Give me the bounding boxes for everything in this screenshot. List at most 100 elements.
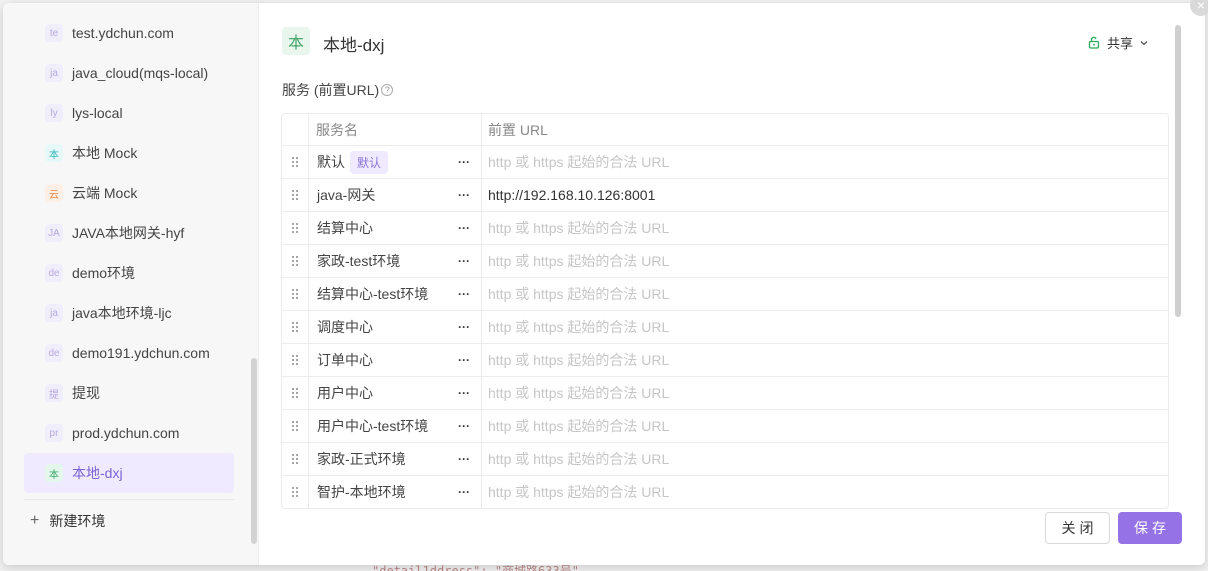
drag-handle-icon[interactable] xyxy=(282,212,309,244)
environment-badge: 本 xyxy=(282,27,310,55)
sidebar-env-item[interactable]: de demo环境 xyxy=(3,253,259,293)
drag-handle-icon[interactable] xyxy=(282,410,309,442)
service-name-cell[interactable]: 调度中心 ··· xyxy=(309,311,482,343)
env-name: java本地环境-ljc xyxy=(72,305,172,321)
service-url-input[interactable] xyxy=(488,451,1168,467)
service-name-cell[interactable]: 用户中心 ··· xyxy=(309,377,482,409)
more-icon[interactable]: ··· xyxy=(458,189,470,201)
new-environment-button[interactable]: + 新建环境 xyxy=(30,511,105,531)
more-icon[interactable]: ··· xyxy=(458,486,470,498)
sidebar-scrollbar[interactable] xyxy=(251,358,257,544)
service-url-input[interactable] xyxy=(488,286,1168,302)
service-url-input[interactable] xyxy=(488,484,1168,500)
services-section-label: 服务 (前置URL) ? xyxy=(282,80,394,100)
service-url-cell xyxy=(482,410,1168,442)
service-name: 智护-本地环境 xyxy=(317,484,406,500)
service-name: 订单中心 xyxy=(317,352,373,368)
env-name: 提现 xyxy=(72,385,100,401)
env-badge: de xyxy=(45,344,63,362)
save-button[interactable]: 保存 xyxy=(1118,512,1182,544)
service-url-input[interactable] xyxy=(488,154,1168,170)
service-name: 用户中心-test环境 xyxy=(317,418,429,434)
service-url-cell xyxy=(482,476,1168,508)
service-url-cell xyxy=(482,179,1168,211)
service-url-cell xyxy=(482,311,1168,343)
drag-handle-icon[interactable] xyxy=(282,245,309,277)
service-name-cell[interactable]: 家政-test环境 ··· xyxy=(309,245,482,277)
sidebar-env-item[interactable]: 提提现 xyxy=(3,373,259,413)
more-icon[interactable]: ··· xyxy=(458,222,470,234)
close-button[interactable]: 关闭 xyxy=(1045,512,1110,544)
help-icon[interactable]: ? xyxy=(381,84,394,96)
services-table: 服务名 前置 URL 默认默认···java-网关···结算中心···家政-te… xyxy=(281,113,1169,509)
more-icon[interactable]: ··· xyxy=(458,321,470,333)
env-name: 云端 Mock xyxy=(72,185,138,201)
sidebar-env-item[interactable]: ja java本地环境-ljc xyxy=(3,293,259,333)
drag-handle-icon[interactable] xyxy=(282,179,309,211)
service-url-input[interactable] xyxy=(488,319,1168,335)
service-name-cell[interactable]: 默认 默认 ··· xyxy=(309,146,482,178)
default-tag: 默认 xyxy=(350,150,389,174)
environment-sidebar: te test.ydchun.com ja java_cloud(mqs-local)… xyxy=(3,3,259,565)
more-icon[interactable]: ··· xyxy=(458,156,470,168)
service-url-input[interactable] xyxy=(488,352,1168,368)
drag-column-header xyxy=(282,114,309,145)
sidebar-env-item[interactable]: 本本地-dxj xyxy=(24,453,234,493)
sidebar-env-item[interactable]: pr prod.ydchun.com xyxy=(3,413,259,453)
service-url-input[interactable] xyxy=(488,385,1168,401)
sidebar-env-item[interactable]: de demo191.ydchun.com xyxy=(3,333,259,373)
drag-handle-icon[interactable] xyxy=(282,377,309,409)
column-header-url: 前置 URL xyxy=(488,121,548,138)
env-badge: ly xyxy=(45,104,63,122)
sidebar-env-item[interactable]: ja java_cloud(mqs-local) xyxy=(3,53,259,93)
service-url-input[interactable] xyxy=(488,220,1168,236)
env-badge: 提 xyxy=(45,384,63,402)
chevron-down-icon xyxy=(1139,38,1149,48)
service-name-cell[interactable]: 智护-本地环境 ··· xyxy=(309,476,482,508)
service-name-cell[interactable]: 结算中心-test环境 ··· xyxy=(309,278,482,310)
sidebar-env-item[interactable]: 本本地 Mock xyxy=(3,133,259,173)
service-name-cell[interactable]: 用户中心-test环境 ··· xyxy=(309,410,482,442)
service-url-input[interactable] xyxy=(488,418,1168,434)
env-name: JAVA本地网关-hyf xyxy=(72,225,185,241)
sidebar-env-item[interactable]: ly lys-local xyxy=(3,93,259,133)
env-name: test.ydchun.com xyxy=(72,25,174,41)
service-name-cell[interactable]: 订单中心 ··· xyxy=(309,344,482,376)
env-name: lys-local xyxy=(72,105,123,121)
service-url-input[interactable] xyxy=(488,187,1168,203)
sidebar-env-item[interactable]: 云云端 Mock xyxy=(3,173,259,213)
table-row: 调度中心 ··· xyxy=(282,311,1168,344)
environment-manager-dialog: te test.ydchun.com ja java_cloud(mqs-local)… xyxy=(3,3,1205,565)
service-name-cell[interactable]: java-网关 ··· xyxy=(309,179,482,211)
service-url-input[interactable] xyxy=(488,253,1168,269)
sidebar-env-item[interactable]: te test.ydchun.com xyxy=(3,13,259,53)
more-icon[interactable]: ··· xyxy=(458,387,470,399)
service-name-cell[interactable]: 结算中心 ··· xyxy=(309,212,482,244)
environment-title[interactable]: 本地-dxj xyxy=(323,31,384,56)
more-icon[interactable]: ··· xyxy=(458,420,470,432)
env-name: java_cloud(mqs-local) xyxy=(72,65,209,81)
table-row: java-网关 ··· xyxy=(282,179,1168,212)
drag-handle-icon[interactable] xyxy=(282,476,309,508)
service-name-cell[interactable]: 家政-正式环境 ··· xyxy=(309,443,482,475)
env-badge: 云 xyxy=(45,184,63,202)
drag-handle-icon[interactable] xyxy=(282,443,309,475)
service-url-cell xyxy=(482,146,1168,178)
drag-handle-icon[interactable] xyxy=(282,311,309,343)
env-name: prod.ydchun.com xyxy=(72,425,180,441)
share-dropdown[interactable]: 共享 xyxy=(1088,33,1149,52)
drag-handle-icon[interactable] xyxy=(282,146,309,178)
more-icon[interactable]: ··· xyxy=(458,453,470,465)
services-label-text: 服务 (前置URL) xyxy=(282,82,380,98)
new-environment-label: 新建环境 xyxy=(49,513,106,529)
main-scrollbar[interactable] xyxy=(1175,25,1181,317)
sidebar-env-item[interactable]: JA JAVA本地网关-hyf xyxy=(3,213,259,253)
drag-handle-icon[interactable] xyxy=(282,344,309,376)
more-icon[interactable]: ··· xyxy=(458,255,470,267)
more-icon[interactable]: ··· xyxy=(458,354,470,366)
drag-handle-icon[interactable] xyxy=(282,278,309,310)
environment-list: te test.ydchun.com ja java_cloud(mqs-local)… xyxy=(3,13,259,493)
env-badge: 本 xyxy=(45,464,63,482)
more-icon[interactable]: ··· xyxy=(458,288,470,300)
env-badge: 本 xyxy=(45,144,63,162)
